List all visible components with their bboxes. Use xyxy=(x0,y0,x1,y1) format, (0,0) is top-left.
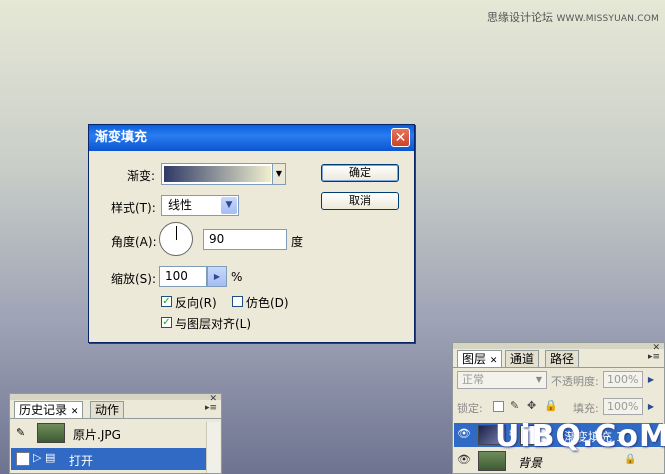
lock-all-icon[interactable]: 🔒 xyxy=(544,399,558,412)
close-icon: ✕ xyxy=(394,130,407,146)
gradient-swatch[interactable] xyxy=(164,166,271,182)
current-state-arrow-icon: ▷ xyxy=(33,451,42,464)
align-label[interactable]: 与图层对齐(L) xyxy=(175,315,251,332)
chevron-down-icon: ▼ xyxy=(535,375,543,384)
angle-label: 角度(A): xyxy=(111,235,157,249)
reverse-label[interactable]: 反向(R) xyxy=(175,294,217,311)
scale-slider-arrow-icon[interactable]: ▶ xyxy=(207,266,227,287)
ok-button[interactable]: 确定 xyxy=(321,164,399,182)
tab-channels[interactable]: 通道 xyxy=(505,350,540,367)
dialog-titlebar[interactable]: 渐变填充 ✕ xyxy=(89,125,414,151)
style-value: 线性 xyxy=(168,198,193,212)
blend-mode-value: 正常 xyxy=(462,373,484,386)
tab-layers-label: 图层 xyxy=(462,352,487,366)
fill-label: 填充: xyxy=(573,402,599,415)
style-select[interactable]: 线性 ▼ xyxy=(161,195,239,216)
check-icon: ✓ xyxy=(162,317,171,328)
opacity-input[interactable]: 100% xyxy=(603,371,643,388)
panel-menu-icon[interactable]: ▸≡ xyxy=(648,352,660,362)
site-watermark: 思缘设计论坛 WWW.MISSYUAN.COM xyxy=(487,9,659,25)
chevron-down-icon[interactable]: ▼ xyxy=(272,164,285,184)
lock-brush-icon[interactable]: ✎ xyxy=(510,399,519,412)
blend-mode-select[interactable]: 正常 ▼ xyxy=(457,371,547,389)
tab-actions[interactable]: 动作 xyxy=(90,401,125,418)
angle-dial[interactable] xyxy=(159,222,193,256)
angle-input[interactable]: 90 xyxy=(203,229,287,250)
align-checkbox[interactable]: ✓ xyxy=(161,317,172,328)
check-icon: ✓ xyxy=(162,296,171,307)
history-tabs: 历史记录 ✕ 动作 ▸≡ xyxy=(10,400,221,419)
lock-transparency-icon[interactable] xyxy=(493,401,504,412)
reverse-checkbox[interactable]: ✓ xyxy=(161,296,172,307)
lock-move-icon[interactable]: ✥ xyxy=(527,399,536,412)
style-label: 样式(T): xyxy=(111,201,156,215)
history-panel: ✕ 历史记录 ✕ 动作 ▸≡ ✎ 原片.JPG ▷ ▤ 打开 xyxy=(9,393,222,474)
history-state-box[interactable] xyxy=(16,452,30,466)
lock-label: 锁定: xyxy=(457,402,483,415)
tab-layers[interactable]: 图层 ✕ xyxy=(457,350,503,367)
layers-panel: ✕ 图层 ✕ 通道 路径 ▸≡ 正常 ▼ 不透明度: 100% ▶ 锁定: ✎ … xyxy=(452,342,665,474)
eye-icon[interactable]: 👁 xyxy=(457,454,471,465)
eye-icon[interactable]: 👁 xyxy=(457,428,471,439)
document-icon: ▤ xyxy=(45,451,56,464)
tab-close-icon[interactable]: ✕ xyxy=(71,407,79,417)
close-button[interactable]: ✕ xyxy=(391,128,410,147)
layers-tabs: 图层 ✕ 通道 路径 ▸≡ xyxy=(453,349,664,368)
history-scrollbar[interactable] xyxy=(206,422,220,473)
background-layer-thumbnail xyxy=(478,451,506,471)
layer-name[interactable]: 背景 xyxy=(518,454,542,471)
watermark-site: WWW.MISSYUAN.COM xyxy=(556,14,659,24)
chevron-down-icon[interactable]: ▼ xyxy=(221,197,237,214)
history-item[interactable]: ▷ ▤ 打开 xyxy=(11,448,207,470)
panel-menu-icon[interactable]: ▸≡ xyxy=(205,403,217,413)
snapshot-thumbnail xyxy=(37,423,65,443)
dialog-title: 渐变填充 xyxy=(95,130,148,145)
fill-slider-icon[interactable]: ▶ xyxy=(646,398,656,415)
history-label: 原片.JPG xyxy=(73,428,121,442)
gradient-fill-dialog: 渐变填充 ✕ 渐变: ▼ 样式(T): 线性 ▼ 角度(A): 90 度 缩放(… xyxy=(88,124,415,343)
scale-input[interactable]: 100 xyxy=(159,266,207,287)
gradient-label: 渐变: xyxy=(127,169,156,183)
fill-input[interactable]: 100% xyxy=(603,398,643,415)
history-label: 打开 xyxy=(69,454,94,468)
history-brush-icon[interactable]: ✎ xyxy=(16,426,25,439)
history-item[interactable]: ✎ 原片.JPG xyxy=(11,422,207,444)
cancel-button[interactable]: 取消 xyxy=(321,192,399,210)
tab-history-label: 历史记录 xyxy=(19,403,68,417)
watermark-cn: 思缘设计论坛 xyxy=(486,11,553,24)
tab-history[interactable]: 历史记录 ✕ xyxy=(14,401,84,418)
tab-close-icon[interactable]: ✕ xyxy=(490,356,498,366)
tab-paths[interactable]: 路径 xyxy=(545,350,580,367)
scale-label: 缩放(S): xyxy=(111,272,157,286)
dither-checkbox[interactable] xyxy=(232,296,243,307)
opacity-label: 不透明度: xyxy=(551,375,599,388)
opacity-slider-icon[interactable]: ▶ xyxy=(646,371,656,388)
scale-unit: % xyxy=(231,270,243,284)
gradient-picker[interactable]: ▼ xyxy=(161,163,286,185)
uibq-watermark: UiBQ.CoM xyxy=(495,419,665,454)
lock-icon: 🔒 xyxy=(624,454,637,465)
dither-label[interactable]: 仿色(D) xyxy=(246,294,289,311)
angle-unit: 度 xyxy=(291,235,304,249)
